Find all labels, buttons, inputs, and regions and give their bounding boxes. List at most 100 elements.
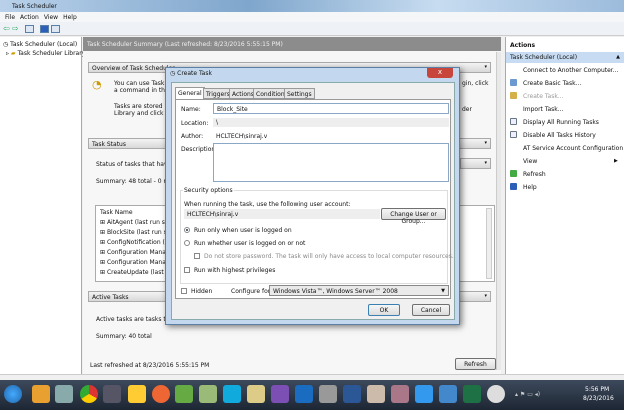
menu-action[interactable]: Action	[20, 14, 39, 21]
radio-run-logged-on[interactable]	[184, 227, 190, 233]
actions-header: Actions	[510, 42, 536, 49]
highest-privileges-label: Run with highest privileges	[194, 267, 276, 274]
summary-header: Task Scheduler Summary (Last refreshed: …	[83, 37, 501, 51]
hidden-label: Hidden	[191, 288, 213, 295]
column-header-task-name[interactable]: Task Name	[100, 209, 133, 216]
action-create-task[interactable]: Create Task...	[523, 93, 564, 100]
help-icon	[510, 183, 517, 190]
taskbar: ▴ ⚑ ▭ ◂) 5:56 PM 8/23/2016	[0, 380, 624, 410]
actions-section-local[interactable]: Task Scheduler (Local) ▲	[506, 52, 624, 63]
folder-icon[interactable]	[128, 385, 146, 403]
name-label: Name:	[181, 106, 201, 113]
action-refresh[interactable]: Refresh	[523, 171, 546, 178]
configure-for-label: Configure for:	[231, 288, 273, 295]
word-icon[interactable]	[343, 385, 361, 403]
name-input[interactable]: Block_Site	[213, 103, 449, 114]
close-button[interactable]: x	[427, 68, 453, 78]
summary-scrollbar[interactable]	[496, 52, 501, 370]
action-view[interactable]: View	[523, 158, 537, 165]
hidden-checkbox[interactable]	[181, 288, 187, 294]
configure-for-dropdown[interactable]: Windows Vista™, Windows Server™ 2008 ▼	[269, 285, 449, 296]
ok-button[interactable]: OK	[368, 304, 400, 316]
create-task-dialog: ◷ Create Task x General Triggers Actions…	[165, 67, 460, 325]
chevron-down-icon: ▼	[441, 288, 445, 294]
action-pane-icon[interactable]	[51, 25, 60, 33]
tab-settings[interactable]: Settings	[284, 88, 315, 99]
app-icon[interactable]	[391, 385, 409, 403]
account-prompt: When running the task, use the following…	[184, 201, 351, 208]
network-icon[interactable]	[439, 385, 457, 403]
description-textarea[interactable]	[213, 143, 449, 182]
tree-item-library[interactable]: ▹ ▰ Task Scheduler Library	[6, 50, 85, 57]
overview-text: gin, click	[462, 80, 489, 87]
clock-date[interactable]: 8/23/2016	[583, 395, 614, 402]
back-icon[interactable]: ⇦	[3, 24, 10, 33]
location-label: Location:	[181, 120, 209, 127]
visual-studio-icon[interactable]	[271, 385, 289, 403]
internet-explorer-icon[interactable]	[415, 385, 433, 403]
radio-run-whether[interactable]	[184, 240, 190, 246]
author-value: HCLTECH\sinraj.v	[216, 133, 268, 140]
app-icon[interactable]	[175, 385, 193, 403]
sticky-notes-icon[interactable]	[199, 385, 217, 403]
submenu-arrow-icon: ▶	[614, 158, 618, 164]
toolbar: ⇦ ⇨	[0, 22, 624, 36]
menu-view[interactable]: View	[44, 14, 58, 21]
running-tasks-icon	[510, 118, 517, 125]
explorer-icon[interactable]	[55, 385, 73, 403]
help-icon[interactable]	[40, 25, 49, 33]
dialog-title: ◷ Create Task	[170, 70, 212, 77]
tray-icons[interactable]: ▴ ⚑ ▭ ◂)	[515, 391, 540, 398]
refresh-button[interactable]: Refresh	[455, 358, 496, 370]
action-disable-history[interactable]: Disable All Tasks History	[523, 132, 596, 139]
start-button[interactable]	[4, 385, 22, 403]
firefox-icon[interactable]	[152, 385, 170, 403]
create-basic-task-icon	[510, 79, 517, 86]
author-label: Author:	[181, 133, 204, 140]
notepad-icon[interactable]	[247, 385, 265, 403]
cancel-button[interactable]: Cancel	[412, 304, 450, 316]
editor-icon[interactable]	[367, 385, 385, 403]
clock-icon: ◔	[92, 78, 102, 91]
navigation-tree: ◷ Task Scheduler (Local) ▹ ▰ Task Schedu…	[0, 37, 85, 377]
chrome-icon[interactable]	[80, 385, 98, 403]
forward-icon[interactable]: ⇨	[12, 24, 19, 33]
task-scheduler-icon[interactable]	[487, 385, 505, 403]
menu-file[interactable]: File	[5, 14, 15, 21]
app-icon[interactable]	[319, 385, 337, 403]
action-help[interactable]: Help	[523, 184, 537, 191]
tree-item-local[interactable]: ◷ Task Scheduler (Local)	[3, 41, 77, 48]
create-task-icon	[510, 92, 517, 99]
change-user-button[interactable]: Change User or Group...	[381, 208, 446, 225]
menu-bar: File Action View Help	[0, 12, 624, 22]
dont-store-password-checkbox[interactable]	[194, 253, 200, 259]
excel-icon[interactable]	[463, 385, 481, 403]
title-bar: Task Scheduler	[0, 0, 624, 12]
location-value: \	[213, 118, 449, 127]
radio-label: Run whether user is logged on or not	[194, 240, 306, 247]
general-tab-panel: Name: Block_Site Location: \ Author: HCL…	[175, 99, 454, 299]
refresh-icon	[510, 170, 517, 177]
status-period-dropdown[interactable]: ▾	[460, 158, 491, 169]
outlook-icon[interactable]	[295, 385, 313, 403]
action-at-service[interactable]: AT Service Account Configuration	[523, 145, 623, 152]
clock-time[interactable]: 5:56 PM	[585, 386, 609, 393]
media-player-icon[interactable]	[32, 385, 50, 403]
user-account-value: HCLTECH\sinraj.v	[184, 209, 380, 219]
show-tree-icon[interactable]	[25, 25, 34, 33]
app-icon[interactable]	[103, 385, 121, 403]
overview-text: der	[462, 106, 472, 113]
action-display-running[interactable]: Display All Running Tasks	[523, 119, 599, 126]
action-connect[interactable]: Connect to Another Computer...	[523, 67, 618, 74]
menu-help[interactable]: Help	[63, 14, 77, 21]
skype-icon[interactable]	[223, 385, 241, 403]
task-list-scrollbar[interactable]	[486, 208, 492, 279]
action-import-task[interactable]: Import Task...	[523, 106, 564, 113]
dialog-body: General Triggers Actions Conditions Sett…	[171, 82, 455, 320]
tab-general[interactable]: General	[175, 87, 205, 99]
radio-label: Run only when user is logged on	[194, 227, 292, 234]
window-title: Task Scheduler	[12, 3, 57, 10]
actions-pane: Actions Task Scheduler (Local) ▲ Connect …	[505, 37, 624, 377]
highest-privileges-checkbox[interactable]	[184, 267, 190, 273]
action-create-basic-task[interactable]: Create Basic Task...	[523, 80, 581, 87]
